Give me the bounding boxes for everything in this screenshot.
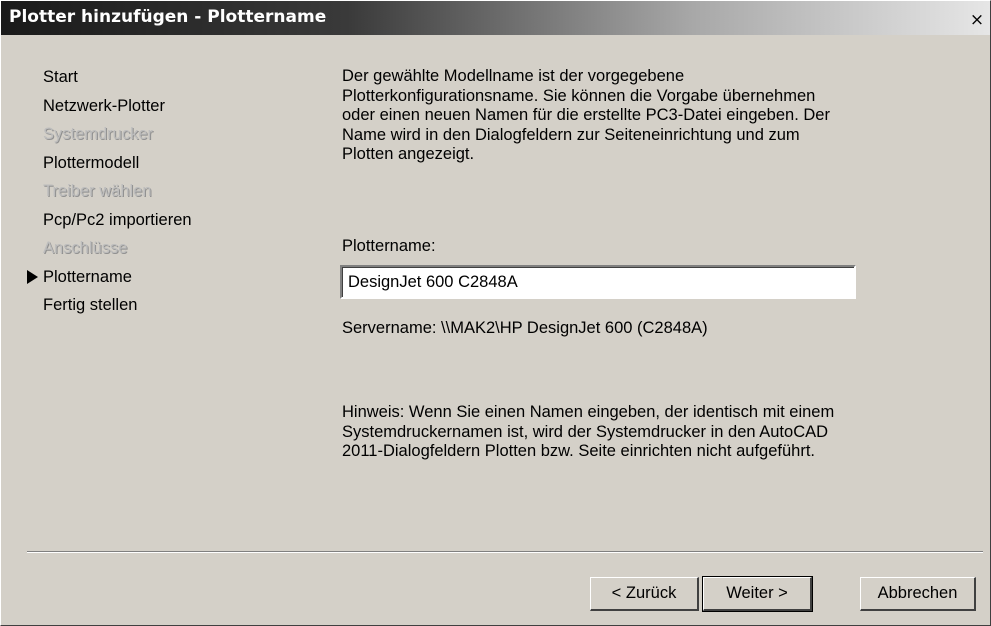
plotter-name-label: Plottername: <box>342 237 436 255</box>
step-finish: Fertig stellen <box>43 295 303 324</box>
description-text: Der gewählte Modellname ist der vorgegeb… <box>342 67 830 163</box>
step-label: Pcp/Pc2 importieren <box>43 210 192 229</box>
step-import-pcp: Pcp/Pc2 importieren <box>43 210 303 239</box>
close-icon[interactable]: × <box>968 11 986 29</box>
step-label: Systemdrucker <box>43 125 154 143</box>
step-label: Netzwerk-Plotter <box>43 96 165 115</box>
step-label: Plottermodell <box>43 153 140 172</box>
hint-text: Hinweis: Wenn Sie einen Namen eingeben, … <box>342 403 835 460</box>
step-plotter-model: Plottermodell <box>43 153 303 182</box>
step-label: Treiber wählen <box>43 182 152 200</box>
next-button[interactable]: Weiter > <box>702 576 813 612</box>
current-step-arrow-icon <box>27 269 38 284</box>
step-system-printer: Systemdrucker <box>43 124 303 153</box>
step-content: Der gewählte Modellname ist der vorgegeb… <box>342 67 862 165</box>
window-title: Plotter hinzufügen - Plottername <box>9 7 327 27</box>
step-label: Anschlüsse <box>43 239 128 257</box>
step-select-driver: Treiber wählen <box>43 181 303 210</box>
add-plotter-dialog: Plotter hinzufügen - Plottername × Start… <box>0 0 991 626</box>
plotter-name-input[interactable] <box>340 265 856 299</box>
step-network-plotter: Netzwerk-Plotter <box>43 96 303 125</box>
cancel-button[interactable]: Abbrechen <box>860 577 976 611</box>
step-label: Plottername <box>43 267 132 286</box>
step-label: Fertig stellen <box>43 296 138 314</box>
back-button[interactable]: < Zurück <box>590 577 699 611</box>
divider <box>27 551 983 553</box>
step-start: Start <box>43 67 303 96</box>
step-plotter-name: Plottername <box>27 267 303 296</box>
wizard-steps: Start Netzwerk-Plotter Systemdrucker Plo… <box>27 67 303 324</box>
title-bar: Plotter hinzufügen - Plottername × <box>1 1 990 35</box>
step-ports: Anschlüsse <box>43 238 303 267</box>
step-label: Start <box>43 68 78 86</box>
server-name-text: Servername: \\MAK2\HP DesignJet 600 (C28… <box>342 319 708 337</box>
